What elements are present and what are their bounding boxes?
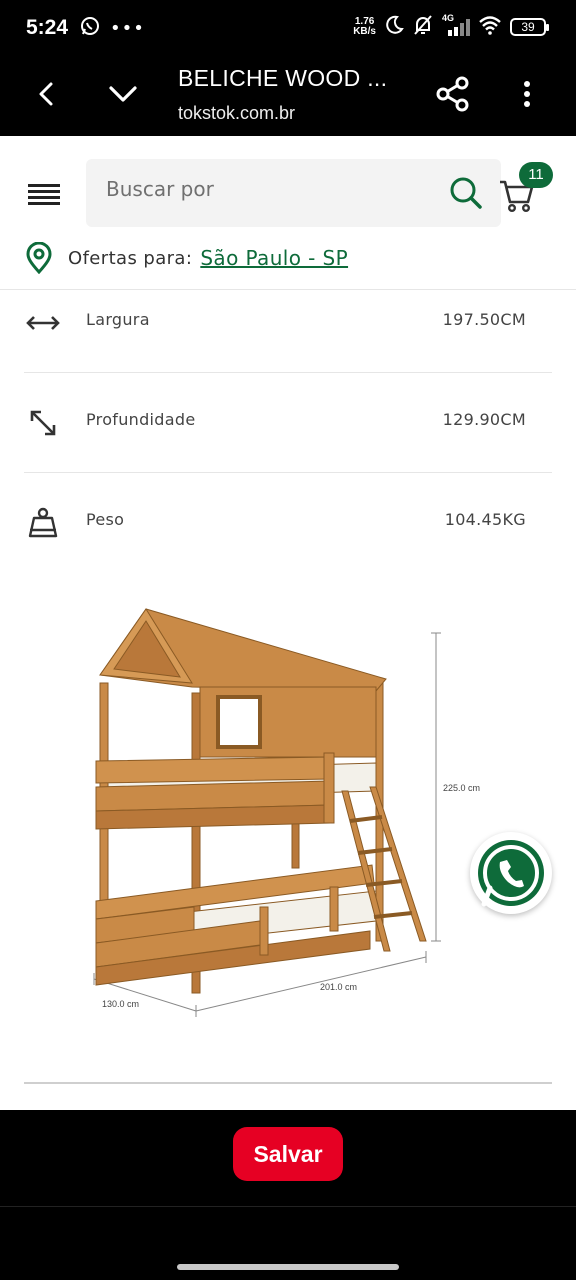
- whatsapp-icon: [478, 840, 544, 907]
- hamburger-menu-icon: [28, 184, 60, 205]
- nav-separator: [0, 1206, 576, 1207]
- network-speed: 1.76 KB/s: [353, 16, 376, 37]
- spec-value: 104.45KG: [444, 510, 526, 529]
- webpage-content: 11 Ofertas para: São Paulo - SP Largura …: [0, 136, 576, 1110]
- battery-indicator: 39: [510, 18, 549, 36]
- location-city-link[interactable]: São Paulo - SP: [200, 246, 348, 270]
- search-icon[interactable]: [449, 176, 483, 214]
- bell-off-icon: [412, 14, 434, 40]
- chevron-left-icon: [39, 82, 53, 106]
- more-vertical-icon: [524, 81, 530, 107]
- back-button[interactable]: [22, 70, 70, 118]
- search-input[interactable]: [106, 177, 426, 201]
- moon-icon: [384, 15, 404, 39]
- more-options-button[interactable]: [503, 70, 551, 118]
- page-domain: tokstok.com.br: [178, 103, 296, 123]
- spec-row-profundidade: Profundidade 129.90CM: [24, 374, 552, 473]
- cart-count-badge: 11: [519, 162, 553, 188]
- spec-value: 129.90CM: [442, 410, 526, 429]
- page-title: BELICHE WOOD ...: [178, 65, 388, 91]
- horizontal-arrows-icon: [24, 304, 62, 342]
- depth-dimension-label: 130.0 cm: [102, 999, 139, 1009]
- spec-row-largura: Largura 197.50CM: [24, 274, 552, 373]
- location-prefix: Ofertas para:: [68, 247, 193, 269]
- spec-value: 197.50CM: [442, 310, 526, 329]
- spec-label: Largura: [86, 310, 150, 329]
- height-dimension-label: 225.0 cm: [443, 783, 480, 793]
- minimize-button[interactable]: [99, 70, 147, 118]
- save-button[interactable]: Salvar: [233, 1127, 343, 1181]
- diagonal-arrows-icon: [24, 404, 62, 442]
- product-dimension-image: 225.0 cm 201.0 cm 130.0 cm: [70, 601, 510, 1021]
- menu-button[interactable]: [24, 176, 64, 212]
- spec-row-peso: Peso 104.45KG: [24, 474, 552, 573]
- location-selector: Ofertas para: São Paulo - SP: [24, 242, 348, 274]
- site-header: 11 Ofertas para: São Paulo - SP: [0, 136, 576, 290]
- bottom-bar: Salvar: [0, 1110, 576, 1280]
- status-time: 5:24: [26, 16, 69, 39]
- share-icon: [436, 76, 469, 112]
- spec-label: Peso: [86, 510, 125, 529]
- chevron-down-icon: [109, 86, 137, 102]
- whatsapp-chat-button[interactable]: [470, 832, 552, 914]
- home-indicator[interactable]: [177, 1264, 399, 1270]
- wifi-icon: [478, 15, 502, 39]
- status-bar: 5:24 ••• 1.76 KB/s 4G 39: [0, 0, 576, 56]
- whatsapp-notification-icon: [80, 16, 100, 40]
- more-notifications-icon: •••: [110, 17, 145, 39]
- spec-label: Profundidade: [86, 410, 196, 429]
- section-divider: [24, 1082, 552, 1084]
- browser-toolbar: BELICHE WOOD ... tokstok.com.br: [0, 56, 576, 136]
- share-button[interactable]: [429, 70, 477, 118]
- location-pin-icon: [26, 242, 52, 274]
- weight-icon: [24, 504, 62, 542]
- cell-signal-icon: 4G: [442, 13, 470, 37]
- search-box: [86, 159, 501, 227]
- length-dimension-label: 201.0 cm: [320, 982, 357, 992]
